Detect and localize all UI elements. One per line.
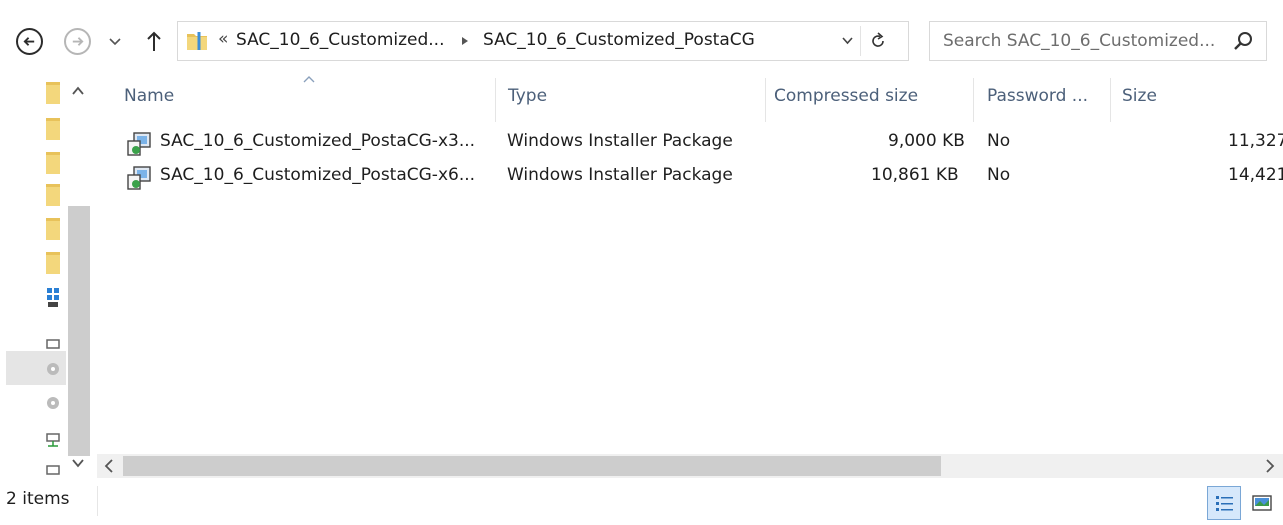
- file-name[interactable]: SAC_10_6_Customized_PostaCG-x6...: [160, 165, 475, 185]
- column-separator[interactable]: [765, 78, 766, 122]
- item-count: 2 items: [6, 489, 70, 509]
- file-list: Name Type Compressed size Password ... S…: [90, 72, 1283, 456]
- file-type: Windows Installer Package: [507, 131, 733, 151]
- address-bar[interactable]: « SAC_10_6_Customized... SAC_10_6_Custom…: [177, 21, 909, 61]
- breadcrumb-current[interactable]: SAC_10_6_Customized_PostaCG: [483, 30, 755, 50]
- status-divider: [97, 486, 98, 516]
- nav-scrollbar-thumb[interactable]: [68, 206, 90, 456]
- address-divider: [860, 26, 861, 56]
- file-compressed-size: 10,861 KB: [871, 165, 959, 185]
- file-row[interactable]: SAC_10_6_Customized_PostaCG-x6... Window…: [120, 162, 1283, 192]
- dvd-drive-icon[interactable]: [46, 392, 60, 414]
- msi-package-icon: [127, 132, 151, 156]
- large-icons-view-icon: [1252, 495, 1272, 511]
- column-header-password[interactable]: Password ...: [987, 86, 1088, 112]
- folder-icon: [187, 32, 207, 50]
- scroll-left-icon[interactable]: [103, 458, 115, 474]
- folder-icon[interactable]: [46, 218, 60, 240]
- large-icons-view-button[interactable]: [1245, 486, 1279, 520]
- msi-package-icon: [127, 166, 151, 190]
- column-header-compressed-size[interactable]: Compressed size: [774, 86, 918, 112]
- scroll-down-icon[interactable]: [71, 458, 85, 468]
- column-separator[interactable]: [495, 78, 496, 122]
- file-size: 11,327: [1228, 131, 1283, 151]
- horizontal-scrollbar-thumb[interactable]: [123, 456, 941, 476]
- file-name[interactable]: SAC_10_6_Customized_PostaCG-x3...: [160, 131, 475, 151]
- breadcrumb-parent[interactable]: SAC_10_6_Customized...: [236, 30, 445, 50]
- file-type: Windows Installer Package: [507, 165, 733, 185]
- file-compressed-size: 9,000 KB: [888, 131, 965, 151]
- drive-icon[interactable]: [46, 330, 60, 352]
- drive-icon[interactable]: [46, 456, 60, 478]
- column-separator[interactable]: [1110, 78, 1111, 122]
- folder-icon[interactable]: [46, 152, 60, 174]
- address-overflow-chevron[interactable]: «: [218, 29, 228, 49]
- horizontal-scrollbar[interactable]: [97, 454, 1283, 478]
- folder-icon[interactable]: [46, 82, 60, 104]
- breadcrumb-separator-icon[interactable]: [461, 36, 469, 46]
- recent-locations-chevron-icon[interactable]: [109, 38, 121, 46]
- status-bar: 2 items: [0, 482, 1283, 525]
- column-header-name[interactable]: Name: [124, 86, 174, 112]
- back-arrow-icon: [23, 37, 35, 46]
- folder-icon[interactable]: [46, 118, 60, 140]
- forward-button[interactable]: [64, 28, 91, 55]
- details-view-button[interactable]: [1207, 486, 1241, 520]
- folder-icon[interactable]: [46, 184, 60, 206]
- network-drive-icon[interactable]: [46, 428, 60, 450]
- file-password: No: [987, 165, 1011, 185]
- refresh-icon[interactable]: [868, 31, 888, 51]
- column-separator[interactable]: [973, 78, 974, 122]
- computer-icon[interactable]: [46, 286, 60, 308]
- up-arrow-icon[interactable]: [146, 30, 162, 52]
- back-button[interactable]: [16, 28, 43, 55]
- address-dropdown-icon[interactable]: [842, 37, 853, 45]
- folder-icon[interactable]: [46, 252, 60, 274]
- scroll-right-icon[interactable]: [1264, 458, 1276, 474]
- scroll-up-icon[interactable]: [71, 86, 85, 96]
- dvd-drive-icon[interactable]: [46, 358, 60, 380]
- search-icon[interactable]: [1232, 30, 1254, 52]
- navigation-pane: [0, 72, 90, 479]
- sort-ascending-icon: [303, 76, 315, 83]
- file-size: 14,421: [1228, 165, 1283, 185]
- column-header-size[interactable]: Size: [1122, 86, 1157, 112]
- column-header-type[interactable]: Type: [508, 86, 547, 112]
- file-password: No: [987, 131, 1011, 151]
- search-input[interactable]: [930, 22, 1220, 60]
- details-view-icon: [1216, 496, 1233, 511]
- file-row[interactable]: SAC_10_6_Customized_PostaCG-x3... Window…: [120, 128, 1283, 158]
- search-box[interactable]: [929, 21, 1267, 61]
- forward-arrow-icon: [72, 37, 84, 46]
